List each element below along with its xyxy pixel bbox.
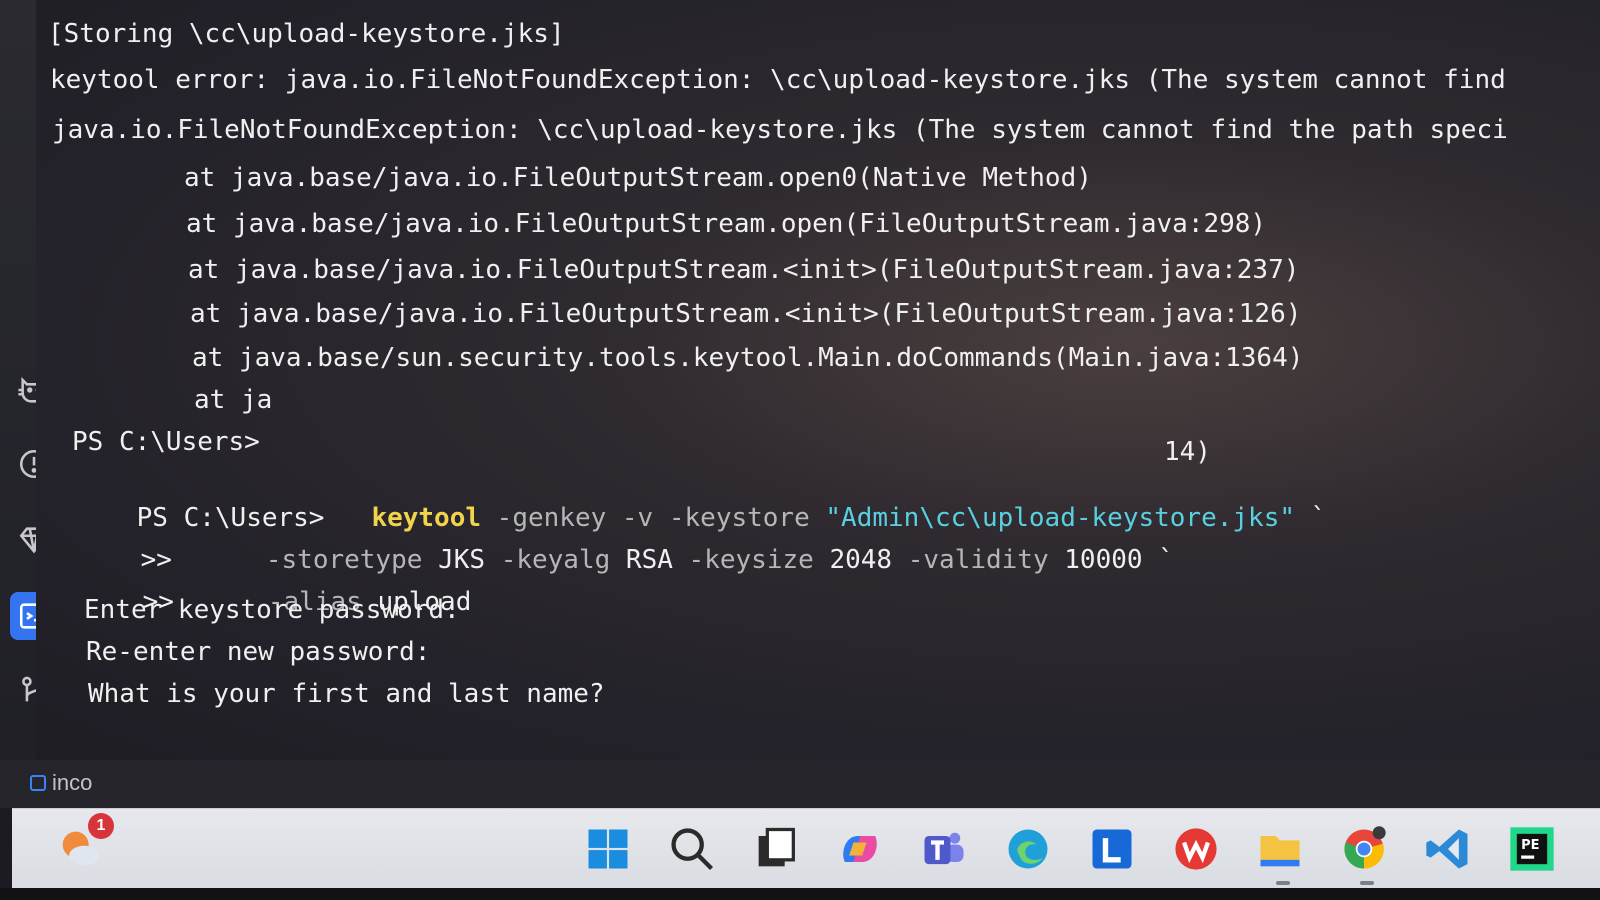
command-value: 10000 — [1064, 545, 1143, 575]
teams-icon[interactable] — [916, 821, 972, 877]
terminal-prompt: PS C:\Users> — [72, 427, 260, 457]
terminal-line: at java.base/java.io.FileOutputStream.op… — [184, 163, 1092, 193]
copilot-icon[interactable] — [832, 821, 888, 877]
command-flag: -keyalg — [500, 545, 611, 575]
password-prompt: Enter keystore password: — [84, 595, 460, 625]
pycharm-icon[interactable]: PE — [1504, 821, 1560, 877]
command-value: RSA — [625, 545, 673, 575]
running-indicator — [1276, 881, 1290, 885]
screen-bezel — [0, 888, 1600, 900]
chrome-icon[interactable] — [1336, 821, 1392, 877]
command-flag: -keysize — [688, 545, 814, 575]
terminal-line: at ja — [194, 385, 273, 415]
l-app-icon[interactable] — [1084, 821, 1140, 877]
terminal-line: java.io.FileNotFoundException: \cc\uploa… — [52, 115, 1508, 145]
notification-badge: 1 — [88, 813, 114, 839]
running-indicator — [1360, 881, 1374, 885]
line-continuation: ` — [1158, 545, 1174, 575]
terminal-panel[interactable]: [Storing \cc\upload-keystore.jks] keytoo… — [36, 0, 1600, 760]
line-continuation: ` — [1310, 503, 1327, 533]
weather-icon[interactable]: 1 — [52, 813, 114, 877]
vscode-icon[interactable] — [1420, 821, 1476, 877]
command-value: 2048 — [829, 545, 893, 575]
terminal-line: [Storing \cc\upload-keystore.jks] — [48, 19, 565, 49]
wps-icon[interactable] — [1168, 821, 1224, 877]
terminal-line: at java.base/java.io.FileOutputStream.op… — [186, 209, 1267, 239]
edge-icon[interactable] — [1000, 821, 1056, 877]
status-item[interactable]: inco — [30, 770, 92, 796]
start-icon[interactable] — [580, 821, 636, 877]
reenter-password-prompt: Re-enter new password: — [86, 637, 431, 667]
status-bar: inco — [0, 760, 1600, 808]
svg-text:PE: PE — [1521, 838, 1539, 853]
name-prompt[interactable]: What is your first and last name? — [88, 678, 605, 710]
terminal-line: at java.base/java.io.FileOutputStream.<i… — [190, 299, 1302, 329]
command-flag: -validity — [907, 545, 1049, 575]
search-icon[interactable] — [664, 821, 720, 877]
status-item-label: inco — [52, 770, 93, 795]
terminal-line: at java.base/java.io.FileOutputStream.<i… — [188, 255, 1300, 285]
taskbar: 1 PE — [12, 808, 1600, 889]
file-explorer-icon[interactable] — [1252, 821, 1308, 877]
checkbox-icon — [30, 775, 46, 791]
terminal-line: keytool error: java.io.FileNotFoundExcep… — [50, 65, 1506, 95]
task-view-icon[interactable] — [748, 821, 804, 877]
terminal-fragment: 14) — [1164, 437, 1211, 467]
terminal-line: at java.base/sun.security.tools.keytool.… — [192, 343, 1304, 373]
